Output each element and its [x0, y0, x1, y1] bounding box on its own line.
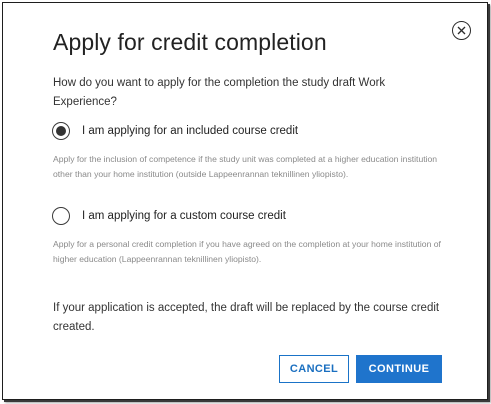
dialog-title: Apply for credit completion	[53, 29, 327, 55]
dialog-question: How do you want to apply for the complet…	[53, 77, 386, 108]
option-description: Apply for the inclusion of competence if…	[53, 154, 438, 179]
dialog-note: If your application is accepted, the dra…	[53, 302, 440, 333]
close-icon	[457, 26, 466, 35]
option-included-credit[interactable]: I am applying for an included course cre…	[52, 122, 298, 140]
radio-custom-credit[interactable]	[52, 207, 70, 225]
option-description: Apply for a personal credit completion i…	[53, 239, 441, 264]
radio-selected-dot	[56, 126, 66, 136]
continue-button[interactable]: CONTINUE	[356, 355, 442, 383]
option-custom-credit[interactable]: I am applying for a custom course credit	[52, 207, 286, 225]
dialog: Apply for credit completion How do you w…	[2, 2, 488, 400]
cancel-button[interactable]: CANCEL	[279, 355, 349, 383]
option-label: I am applying for a custom course credit	[82, 210, 286, 222]
radio-included-credit[interactable]	[52, 122, 70, 140]
close-button[interactable]	[452, 21, 471, 40]
option-label: I am applying for an included course cre…	[82, 125, 299, 137]
